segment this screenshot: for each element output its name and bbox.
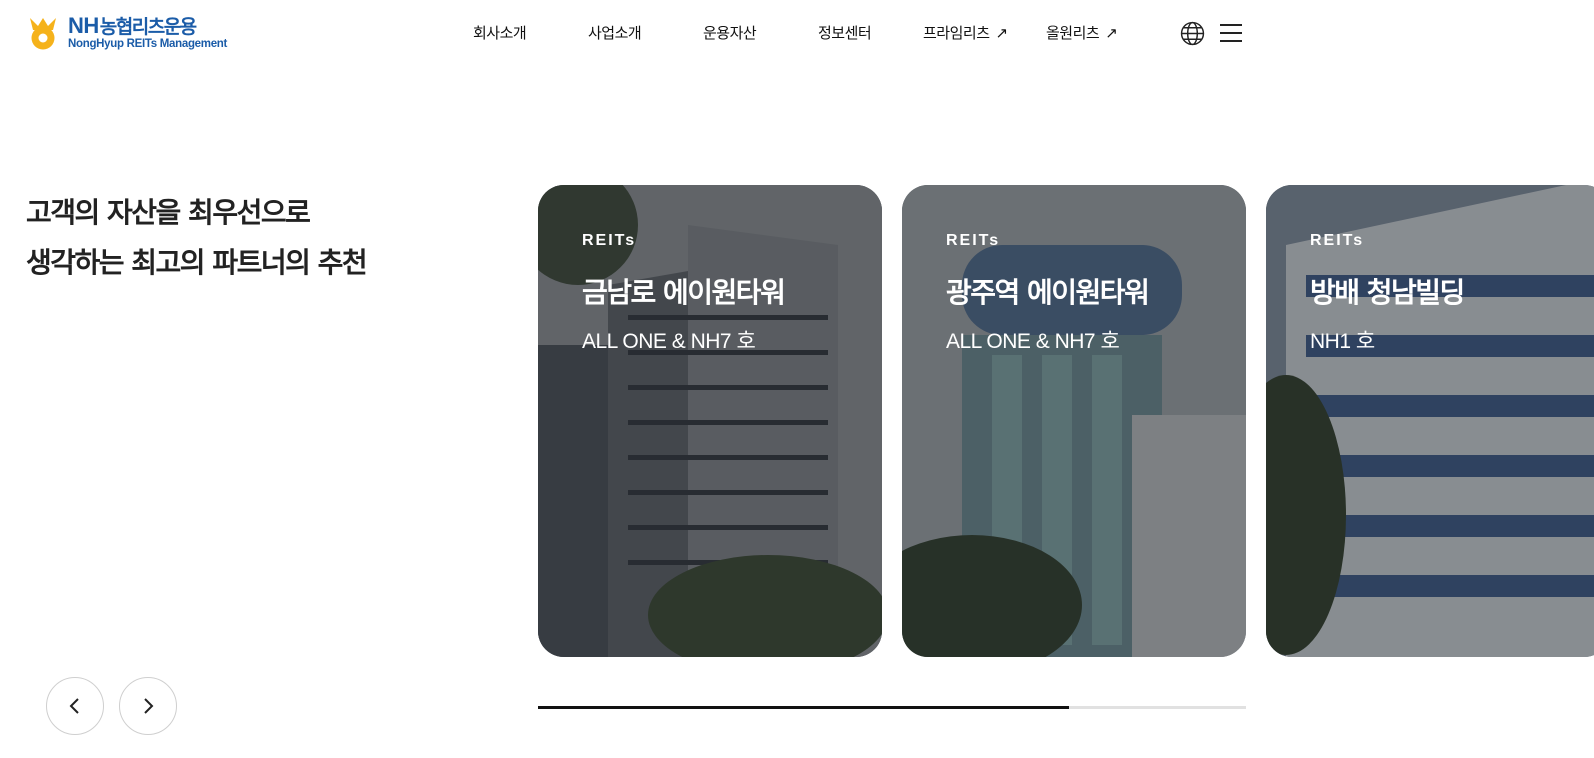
logo-korean-text: 농협리츠운용 — [99, 16, 197, 39]
slider-progress-fill — [538, 706, 1069, 709]
chevron-right-icon — [144, 698, 154, 714]
card-subtitle: ALL ONE & NH7 호 — [582, 330, 756, 353]
hamburger-menu-icon — [1220, 24, 1242, 42]
nav-item-prime-reits-label: 프라임리츠 — [923, 24, 990, 42]
logo-english-text: NongHyup REITs Management — [68, 38, 228, 51]
logo[interactable]: NH 농협리츠운용 NongHyup REITs Management — [26, 14, 227, 52]
card-title: 금남로 에이원타워 — [582, 276, 786, 309]
slider-progress-bar — [538, 706, 1246, 709]
card-tag: REITs — [1310, 232, 1365, 249]
hero-title-line-2: 생각하는 최고의 파트너의 추천 — [26, 246, 368, 279]
nh-logo-icon — [30, 18, 56, 50]
nav-item-allone-reits[interactable]: 올원리츠 ↗ — [1046, 22, 1118, 43]
nav-item-info-center[interactable]: 정보센터 — [818, 22, 872, 43]
chevron-left-icon — [69, 698, 79, 714]
prev-slide-button[interactable] — [46, 677, 104, 735]
hero-title: 고객의 자산을 최우선으로 생각하는 최고의 파트너의 추천 — [26, 188, 486, 288]
hero-title-line-1: 고객의 자산을 최우선으로 — [26, 196, 311, 229]
nav-item-prime-reits[interactable]: 프라임리츠 ↗ — [923, 22, 1008, 43]
nav-item-business[interactable]: 사업소개 — [588, 22, 642, 43]
card-subtitle: ALL ONE & NH7 호 — [946, 330, 1120, 353]
external-link-icon: ↗ — [995, 24, 1009, 42]
external-link-icon: ↗ — [1105, 24, 1118, 42]
card-tag: REITs — [946, 232, 1001, 249]
next-slide-button[interactable] — [119, 677, 177, 735]
language-button[interactable] — [1179, 20, 1205, 46]
logo-nh-text: NH — [68, 13, 99, 39]
menu-button[interactable] — [1218, 20, 1244, 46]
card-subtitle: NH1 호 — [1310, 330, 1375, 353]
card-tag: REITs — [582, 232, 637, 249]
nav-item-assets[interactable]: 운용자산 — [703, 22, 757, 43]
card-title: 방배 청남빌딩 — [1310, 276, 1465, 309]
globe-icon — [1180, 21, 1204, 45]
asset-card-geumnamro[interactable]: REITs 금남로 에이원타워 ALL ONE & NH7 호 — [538, 185, 882, 657]
asset-card-bangbae[interactable]: REITs 방배 청남빌딩 NH1 호 — [1266, 185, 1594, 657]
card-title: 광주역 에이원타워 — [946, 276, 1150, 309]
asset-card-gwangju-station[interactable]: REITs 광주역 에이원타워 ALL ONE & NH7 호 — [902, 185, 1246, 657]
nav-item-allone-reits-label: 올원리츠 — [1046, 24, 1100, 42]
nav-item-company[interactable]: 회사소개 — [473, 22, 527, 43]
